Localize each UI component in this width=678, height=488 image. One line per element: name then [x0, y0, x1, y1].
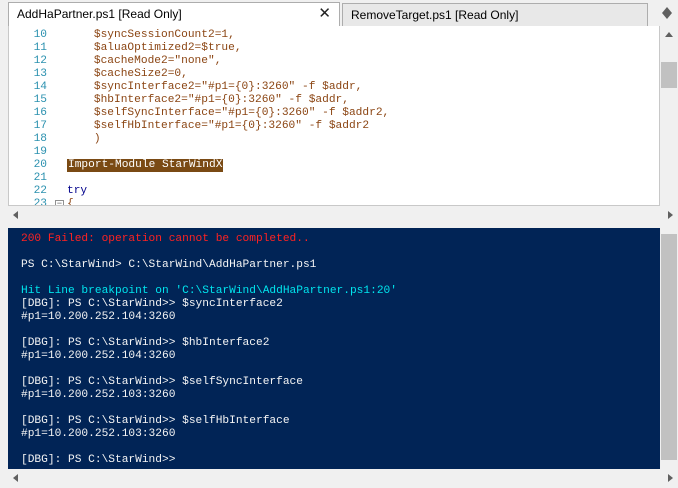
code-text: $syncSessionCount2=1,	[67, 29, 235, 41]
line-number: 23	[33, 198, 47, 206]
console-output-line: [DBG]: PS C:\StarWind>> $selfHbInterface	[21, 415, 290, 427]
line-number: 21	[33, 172, 47, 184]
tab-bar: AddHaPartner.ps1 [Read Only] ✕ RemoveTar…	[0, 0, 678, 26]
scroll-right-arrow-icon[interactable]	[668, 211, 673, 219]
breakpoint-highlight-line: Import-Module StarWindX	[67, 159, 224, 172]
console-output-line: #p1=10.200.252.103:3260	[21, 389, 176, 401]
line-number: 10	[33, 29, 47, 41]
code-line: 19	[9, 146, 649, 159]
code-line: 16 $selfSyncInterface="#p1={0}:3260" -f …	[9, 107, 649, 120]
code-text: $aluaOptimized2=$true,	[67, 42, 242, 54]
scroll-left-arrow-icon[interactable]	[13, 474, 18, 482]
code-text: $cacheMode2="none",	[67, 55, 222, 67]
line-number: 20	[33, 159, 47, 171]
code-line: 18 )	[9, 133, 649, 146]
line-number: 22	[33, 185, 47, 197]
code-line: 23−{	[9, 198, 649, 206]
line-number: 16	[33, 107, 47, 119]
console-error-line: 200 Failed: operation cannot be complete…	[21, 233, 310, 245]
line-number: 11	[33, 42, 47, 54]
code-line: 11 $aluaOptimized2=$true,	[9, 42, 649, 55]
code-line: 15 $hbInterface2="#p1={0}:3260" -f $addr…	[9, 94, 649, 107]
console-output-line: [DBG]: PS C:\StarWind>> $syncInterface2	[21, 298, 283, 310]
code-line: 21	[9, 172, 649, 185]
scroll-left-arrow-icon[interactable]	[13, 211, 18, 219]
line-number: 14	[33, 81, 47, 93]
code-line: 14 $syncInterface2="#p1={0}:3260" -f $ad…	[9, 81, 649, 94]
console-output-line: #p1=10.200.252.103:3260	[21, 428, 176, 440]
scroll-right-arrow-icon[interactable]	[668, 474, 673, 482]
scroll-up-arrow-icon[interactable]	[665, 32, 673, 37]
code-text: $hbInterface2="#p1={0}:3260" -f $addr,	[67, 94, 349, 106]
console-vertical-scrollbar[interactable]	[660, 228, 678, 469]
code-text: $cacheSize2=0,	[67, 68, 188, 80]
console-output-line: PS C:\StarWind> C:\StarWind\AddHaPartner…	[21, 259, 317, 271]
console-debug-line: Hit Line breakpoint on 'C:\StarWind\AddH…	[21, 285, 397, 297]
tab-removetarget[interactable]: RemoveTarget.ps1 [Read Only]	[342, 3, 648, 26]
line-number: 12	[33, 55, 47, 67]
code-line: 12 $cacheMode2="none",	[9, 55, 649, 68]
code-line: 20 Import-Module StarWindX	[9, 159, 649, 172]
tab-label: AddHaPartner.ps1 [Read Only]	[17, 7, 182, 21]
code-text: try	[67, 185, 88, 197]
code-text: {	[67, 198, 74, 206]
scrollbar-thumb[interactable]	[661, 234, 677, 460]
console-output-line: #p1=10.200.252.104:3260	[21, 311, 176, 323]
code-text: $syncInterface2="#p1={0}:3260" -f $addr,	[67, 81, 363, 93]
line-number: 15	[33, 94, 47, 106]
code-line: 13 $cacheSize2=0,	[9, 68, 649, 81]
line-number: 17	[33, 120, 47, 132]
code-line: 10 $syncSessionCount2=1,	[9, 29, 649, 42]
code-text: $selfSyncInterface="#p1={0}:3260" -f $ad…	[67, 107, 390, 119]
code-line: 22 try	[9, 185, 649, 198]
code-line: 17 $selfHbInterface="#p1={0}:3260" -f $a…	[9, 120, 649, 133]
scrollbar-thumb[interactable]	[661, 62, 677, 88]
line-number: 18	[33, 133, 47, 145]
close-icon[interactable]: ✕	[318, 3, 331, 25]
script-editor[interactable]: 10 $syncSessionCount2=1, 11 $aluaOptimize…	[8, 26, 660, 206]
code-text: $selfHbInterface="#p1={0}:3260" -f $addr…	[67, 120, 370, 132]
console-output-line: [DBG]: PS C:\StarWind>>	[21, 454, 176, 466]
code-text: )	[67, 133, 101, 145]
console-output-line: [DBG]: PS C:\StarWind>> $selfSyncInterfa…	[21, 376, 303, 388]
tab-addhapartner[interactable]: AddHaPartner.ps1 [Read Only] ✕	[8, 2, 340, 26]
editor-vertical-scrollbar[interactable]	[660, 26, 678, 206]
tab-label: RemoveTarget.ps1 [Read Only]	[351, 8, 519, 22]
tab-overflow-icon[interactable]	[662, 7, 672, 19]
console-output-line: #p1=10.200.252.104:3260	[21, 350, 176, 362]
console-horizontal-scrollbar[interactable]	[8, 469, 678, 488]
editor-horizontal-scrollbar[interactable]	[8, 206, 678, 224]
line-number: 13	[33, 68, 47, 80]
console-output-line: [DBG]: PS C:\StarWind>> $hbInterface2	[21, 337, 270, 349]
line-number: 19	[33, 146, 47, 158]
console-pane[interactable]: 200 Failed: operation cannot be complete…	[8, 228, 660, 469]
